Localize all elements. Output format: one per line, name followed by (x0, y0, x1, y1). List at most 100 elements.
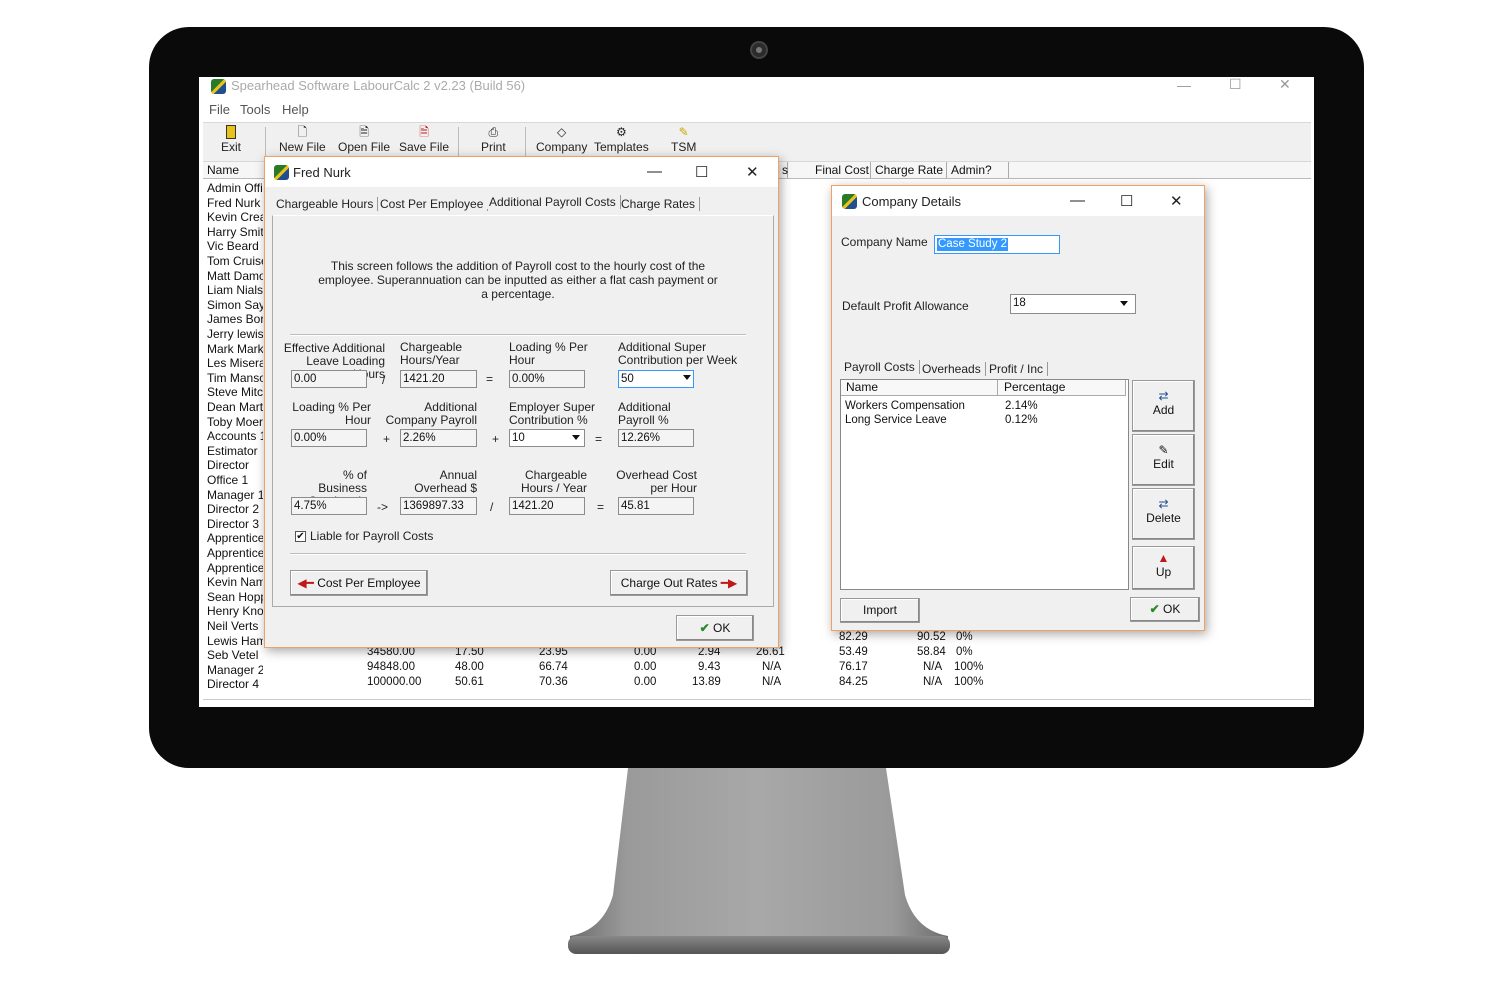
additional-payroll-field[interactable]: 12.26% (618, 429, 694, 447)
annual-overhead-field[interactable]: 1369897.33 (400, 497, 477, 515)
grid-row-name[interactable]: Harry Smith (207, 225, 263, 239)
tab-cost-per-employee[interactable]: Cost Per Employee (376, 197, 489, 211)
company-button[interactable]: ◇ Company (536, 125, 587, 154)
payroll-costs-list[interactable]: Name Percentage Workers Compensation 2.1… (840, 379, 1129, 590)
grid-row-name[interactable]: Admin Offic (207, 181, 263, 195)
chevron-down-icon[interactable] (572, 435, 580, 440)
close-icon[interactable]: ✕ (1170, 192, 1183, 210)
add-button[interactable]: ⇄ Add (1132, 380, 1195, 432)
grid-row-name[interactable]: Matt Damo (207, 269, 263, 283)
tab-charge-rates[interactable]: Charge Rates (617, 197, 701, 211)
grid-row-name[interactable]: Vic Beard (207, 239, 263, 253)
loading-per-hour-field-2[interactable]: 0.00% (291, 429, 367, 447)
col-header-name[interactable]: Name (203, 162, 265, 178)
grid-row-name[interactable]: Seb Vetel (207, 648, 263, 662)
grid-row-name[interactable]: Sean Hopp (207, 590, 263, 604)
minimize-icon[interactable]: — (1177, 77, 1191, 93)
grid-row-name[interactable]: Manager 1 (207, 488, 263, 502)
grid-row-name[interactable]: James Bor (207, 312, 263, 326)
grid-row-name[interactable]: Office 1 (207, 473, 263, 487)
up-button[interactable]: ▲ Up (1132, 546, 1195, 590)
business-overheads-field[interactable]: 4.75% (291, 497, 367, 515)
edit-button[interactable]: ✎ Edit (1132, 434, 1195, 486)
col-header-s[interactable]: s (778, 162, 788, 178)
col-header-charge-rate[interactable]: Charge Rate (871, 162, 947, 178)
loading-per-hour-field[interactable]: 0.00% (509, 370, 585, 388)
grid-row-name[interactable]: Director (207, 458, 263, 472)
menu-file[interactable]: File (209, 102, 230, 117)
grid-row-name[interactable]: Fred Nurk (207, 196, 263, 210)
grid-row-name[interactable]: Apprentice (207, 546, 263, 560)
grid-row-name[interactable]: Estimator (207, 444, 263, 458)
templates-button[interactable]: ⚙ Templates (594, 125, 649, 154)
minimize-icon[interactable]: — (1070, 192, 1085, 209)
payroll-liable-checkbox[interactable]: ✔ (295, 531, 306, 542)
grid-row-name[interactable]: Tim Manso (207, 371, 263, 385)
grid-row-name[interactable]: Steve Mitch (207, 385, 263, 399)
employee-ok-button[interactable]: ✔ OK (676, 615, 754, 641)
grid-row-name[interactable]: Manager 2 (207, 663, 263, 677)
import-button[interactable]: Import (840, 598, 920, 623)
grid-row-name[interactable]: Director 4 (207, 677, 263, 691)
menu-tools[interactable]: Tools (240, 102, 270, 117)
col-header-admin[interactable]: Admin? (947, 162, 1009, 178)
grid-row-name[interactable]: Accounts 1 (207, 429, 263, 443)
tab-profit-inc[interactable]: Profit / Inc (985, 362, 1049, 376)
list-item-name[interactable]: Workers Compensation (845, 400, 965, 412)
grid-row-name[interactable]: Apprentice (207, 531, 263, 545)
tab-payroll-costs[interactable]: Payroll Costs (840, 360, 920, 374)
chevron-down-icon[interactable] (683, 375, 691, 380)
charge-out-rates-button[interactable]: Charge Out Rates ━▶ (610, 570, 748, 596)
grid-row-name[interactable]: Director 2 (207, 502, 263, 516)
profit-allowance-dropdown[interactable]: 18 (1010, 294, 1136, 314)
tab-overheads[interactable]: Overheads (918, 362, 986, 376)
grid-row-name[interactable]: Jerry lewis (207, 327, 263, 341)
minimize-icon[interactable]: — (647, 163, 662, 180)
grid-row-name[interactable]: Kevin Crea (207, 210, 263, 224)
grid-row-name[interactable]: Dean Marti (207, 400, 263, 414)
company-name-label: Company Name (841, 235, 928, 249)
grid-row-name[interactable]: Toby Moer (207, 415, 263, 429)
tab-additional-payroll-costs[interactable]: Additional Payroll Costs (485, 195, 621, 209)
maximize-icon[interactable]: ☐ (1120, 192, 1133, 210)
grid-row-name[interactable]: Henry Knob (207, 604, 263, 618)
grid-row-name[interactable]: Director 3 (207, 517, 263, 531)
company-ok-button[interactable]: ✔ OK (1130, 597, 1200, 622)
new-file-label: New File (279, 140, 326, 154)
maximize-icon[interactable]: ☐ (1229, 77, 1242, 93)
close-icon[interactable]: ✕ (1279, 77, 1291, 93)
company-name-input[interactable]: Case Study 2 (934, 235, 1060, 254)
save-file-button[interactable]: 🗎 Save File (399, 125, 449, 154)
leave-loading-hours-field[interactable]: 0.00 (291, 370, 367, 388)
grid-row-name[interactable]: Lewis Ham (207, 634, 263, 648)
list-header-name[interactable]: Name (841, 380, 998, 396)
chargeable-hours-year-field[interactable]: 1421.20 (509, 497, 585, 515)
grid-row-name[interactable]: Neil Verts (207, 619, 263, 633)
overhead-cost-field[interactable]: 45.81 (618, 497, 694, 515)
tab-chargeable-hours[interactable]: Chargeable Hours (272, 197, 379, 211)
maximize-icon[interactable]: ☐ (695, 163, 708, 181)
grid-row-name[interactable]: Mark Marke (207, 342, 263, 356)
cost-per-employee-button[interactable]: ◀━ Cost Per Employee (290, 570, 428, 596)
additional-company-payroll-field[interactable]: 2.26% (400, 429, 477, 447)
chevron-down-icon[interactable] (1120, 301, 1128, 306)
grid-row-name[interactable]: Les Misera (207, 356, 263, 370)
list-header-percentage[interactable]: Percentage (998, 380, 1126, 396)
exit-button[interactable]: Exit (221, 125, 241, 154)
app-logo-icon (842, 194, 857, 209)
open-file-button[interactable]: 🗎 Open File (338, 125, 390, 154)
grid-row-name[interactable]: Simon Say (207, 298, 263, 312)
grid-row-name[interactable]: Kevin Nam (207, 575, 263, 589)
grid-row-name[interactable]: Apprentice (207, 561, 263, 575)
col-header-final-cost[interactable]: Final Cost (811, 162, 871, 178)
menu-help[interactable]: Help (282, 102, 309, 117)
grid-row-name[interactable]: Tom Cruise (207, 254, 263, 268)
delete-button[interactable]: ⇄ Delete (1132, 488, 1195, 540)
new-file-button[interactable]: 🗋 New File (279, 125, 326, 154)
print-button[interactable]: ⎙ Print (481, 125, 506, 154)
close-icon[interactable]: ✕ (746, 163, 759, 181)
list-item-name[interactable]: Long Service Leave (845, 414, 947, 426)
tsm-button[interactable]: ✎ TSM (671, 125, 696, 154)
chargeable-hours-field[interactable]: 1421.20 (400, 370, 477, 388)
grid-row-name[interactable]: Liam Nials (207, 283, 263, 297)
